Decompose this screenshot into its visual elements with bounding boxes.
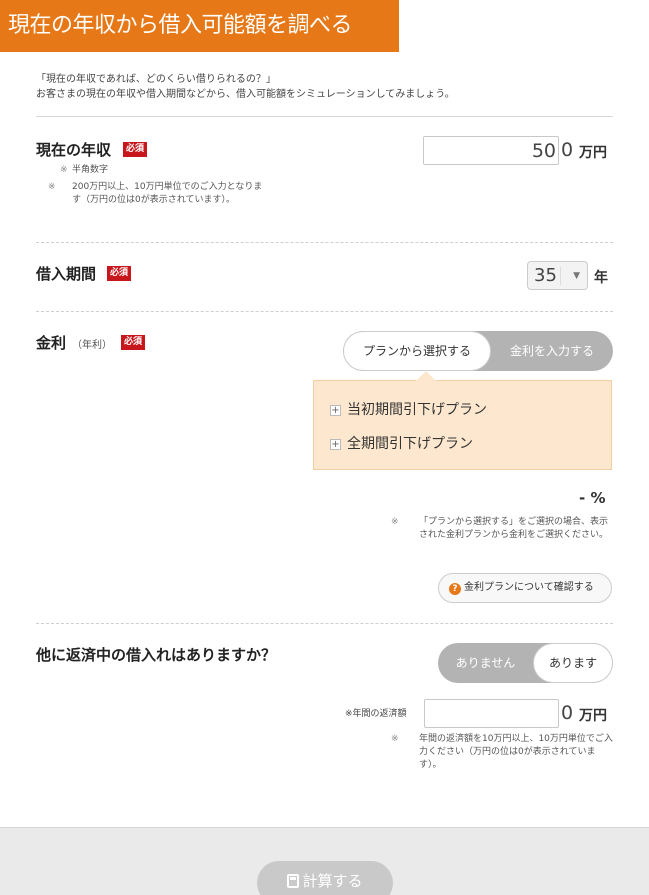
- income-note-2: ※ 200万円以上、10万円単位でのご入力となります（万円の位は0が表示されていま…: [48, 181, 270, 207]
- annual-repayment-label: ※年間の返済額: [345, 709, 407, 719]
- calculate-label: 計算する: [302, 872, 363, 890]
- rate-plan-info-button[interactable]: ? 金利プランについて確認する: [438, 573, 612, 603]
- intro-text: 「現在の年収であれば、どのくらい借りられるの？」 お客さまの現在の年収や借入期間…: [36, 72, 616, 102]
- loan-term-select[interactable]: 35 ▼: [527, 261, 588, 290]
- intro-line-2: お客さまの現在の年収や借入期間などから、借入可能額をシミュレーションしてみましょ…: [36, 89, 455, 100]
- divider: [36, 242, 613, 243]
- toggle-enter-rate[interactable]: 金利を入力する: [491, 331, 613, 371]
- toggle-yes[interactable]: あります: [533, 643, 613, 683]
- required-badge: 必須: [123, 142, 148, 157]
- calculator-icon: [287, 874, 300, 888]
- repayment-note-text: 年間の返済額を10万円以上、10万円単位でご入力ください（万円の位は0が表示され…: [419, 734, 613, 770]
- divider: [36, 623, 613, 624]
- divider: [36, 116, 613, 117]
- income-note-1-text: 半角数字: [72, 165, 109, 175]
- note-mark: ※: [60, 165, 68, 175]
- page-title: 現在の年収から借入可能額を調べる: [0, 0, 399, 52]
- intro-line-1: 「現在の年収であれば、どのくらい借りられるの？」: [36, 74, 276, 85]
- note-mark: ※: [391, 517, 399, 527]
- divider: [36, 311, 613, 312]
- question-icon: ?: [449, 583, 461, 595]
- term-unit: 年: [594, 270, 608, 286]
- other-loans-toggle[interactable]: ありません あります: [438, 643, 613, 683]
- plan-item-initial-discount[interactable]: + 当初期間引下げプラン: [330, 399, 487, 419]
- required-badge: 必須: [107, 266, 132, 281]
- footer-bar: 計算する: [0, 827, 649, 895]
- income-unit: 万円: [579, 145, 607, 161]
- select-separator: [560, 267, 561, 285]
- repayment-suffix-zero: 0: [561, 702, 574, 724]
- other-loans-label: 他に返済中の借入れはありますか？: [36, 646, 277, 664]
- chevron-down-icon: ▼: [573, 271, 580, 281]
- rate-plan-info-label: 金利プランについて確認する: [464, 582, 594, 593]
- plus-icon: +: [330, 405, 341, 416]
- rate-value: - %: [579, 489, 606, 507]
- plan-item-label: 全期間引下げプラン: [347, 436, 473, 452]
- loan-term-value: 35: [534, 265, 557, 286]
- note-mark: ※: [391, 734, 399, 744]
- term-label: 借入期間: [36, 265, 97, 283]
- toggle-none[interactable]: ありません: [438, 643, 533, 683]
- note-mark: ※: [48, 182, 56, 192]
- rate-note: ※ 「プランから選択する」をご選択の場合、表示された金利プランから金利をご選択くだ…: [391, 516, 615, 542]
- toggle-select-plan[interactable]: プランから選択する: [343, 331, 491, 371]
- rate-note-text: 「プランから選択する」をご選択の場合、表示された金利プランから金利をご選択くださ…: [419, 517, 609, 540]
- panel-caret: [416, 371, 436, 381]
- income-note-2-text: 200万円以上、10万円単位でのご入力となります（万円の位は0が表示されています…: [72, 182, 263, 205]
- plan-panel: + 当初期間引下げプラン + 全期間引下げプラン: [313, 371, 612, 470]
- annual-income-input[interactable]: [423, 136, 559, 165]
- plus-icon: +: [330, 439, 341, 450]
- annual-repayment-input[interactable]: [424, 699, 559, 728]
- income-label: 現在の年収: [36, 141, 112, 159]
- repayment-note: ※ 年間の返済額を10万円以上、10万円単位でご入力ください（万円の位は0が表示さ…: [391, 733, 615, 772]
- rate-label-text: 金利: [36, 334, 67, 352]
- plan-item-label: 当初期間引下げプラン: [347, 402, 487, 418]
- rate-sublabel: （年利）: [72, 340, 113, 351]
- required-badge: 必須: [121, 335, 146, 350]
- rate-label: 金利 （年利）: [36, 332, 112, 353]
- income-note-1: ※ 半角数字: [60, 164, 270, 177]
- rate-mode-toggle[interactable]: プランから選択する 金利を入力する: [343, 331, 613, 371]
- repayment-unit: 万円: [579, 708, 607, 724]
- calculate-button[interactable]: 計算する: [257, 861, 393, 895]
- income-suffix-zero: 0: [561, 139, 574, 161]
- plan-item-full-discount[interactable]: + 全期間引下げプラン: [330, 433, 473, 453]
